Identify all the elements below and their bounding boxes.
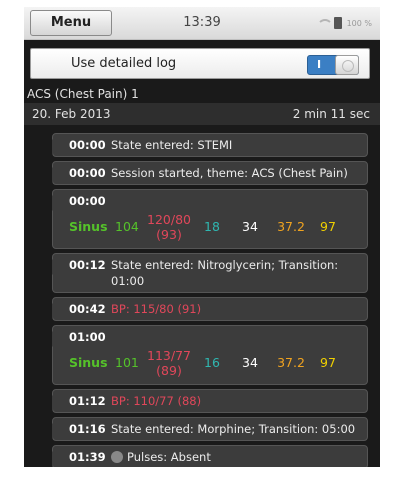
log-time: 00:00 <box>69 138 106 152</box>
session-meta: 20. Feb 2013 2 min 11 sec <box>24 103 380 125</box>
heart-rate-value: 101 <box>115 355 139 370</box>
detailed-log-toggle[interactable]: I <box>307 55 359 75</box>
rhythm-value: Sinus <box>69 219 108 234</box>
detailed-log-label: Use detailed log <box>71 56 177 71</box>
log-entry[interactable]: 00:00 Session started, theme: ACS (Chest… <box>52 161 368 185</box>
battery-icon <box>333 17 342 29</box>
log-time: 01:00 <box>69 330 106 344</box>
bp-systolic-diastolic: 113/77 <box>147 348 191 363</box>
blood-pressure-value: 120/80 (93) <box>145 212 193 242</box>
log-text: BP: 110/77 (88) <box>111 394 202 408</box>
log-entry[interactable]: 00:42 BP: 115/80 (91) <box>52 297 368 321</box>
log-time: 01:16 <box>69 422 106 436</box>
log-time: 00:00 <box>69 166 106 180</box>
rhythm-value: Sinus <box>69 355 108 370</box>
etco2-value: 97 <box>320 219 336 234</box>
log-entry[interactable]: 00:12 State entered: Nitroglycerin; Tran… <box>52 253 368 293</box>
temperature-value: 37.2 <box>277 355 305 370</box>
log-time: 01:12 <box>69 394 106 408</box>
toggle-on-indicator: I <box>317 58 322 71</box>
bp-map: (89) <box>156 363 182 378</box>
spo2-value: 34 <box>242 355 258 370</box>
wifi-icon <box>316 18 333 28</box>
log-text-value: Pulses: Absent <box>127 450 211 464</box>
event-log[interactable]: 00:00 State entered: STEMI 00:00 Session… <box>52 133 368 467</box>
log-text: State entered: Nitroglycerin; Transition… <box>111 258 339 288</box>
spo2-value: 34 <box>242 219 258 234</box>
toggle-knob[interactable] <box>335 55 359 75</box>
log-time: 01:39 <box>69 450 106 464</box>
resp-rate-value: 16 <box>204 355 220 370</box>
pulse-icon <box>111 451 123 463</box>
top-bar: Menu 13:39 100 % <box>24 7 380 40</box>
device-screen: Menu 13:39 100 % Use detailed log I ACS … <box>24 7 380 467</box>
session-date: 20. Feb 2013 <box>32 107 111 121</box>
log-text: State entered: Morphine; Transition: 05:… <box>111 422 356 436</box>
log-entry[interactable]: 01:16 State entered: Morphine; Transitio… <box>52 417 368 441</box>
heart-rate-value: 104 <box>115 219 139 234</box>
system-indicators: 100 % <box>316 17 372 29</box>
bp-systolic-diastolic: 120/80 <box>147 212 191 227</box>
bp-map: (93) <box>156 227 182 242</box>
log-time: 00:00 <box>69 194 106 208</box>
log-entry[interactable]: 00:00 State entered: STEMI <box>52 133 368 157</box>
log-text: Session started, theme: ACS (Chest Pain) <box>111 166 348 180</box>
log-text: Pulses: Absent <box>111 449 359 465</box>
detailed-log-setting: Use detailed log I <box>30 48 370 79</box>
log-entry-vitals[interactable]: 00:00 Sinus 104 120/80 (93) 18 34 37.2 9… <box>52 189 368 249</box>
log-text: BP: 115/80 (91) <box>111 302 202 316</box>
vitals-row: Sinus 104 120/80 (93) 18 34 37.2 97 <box>69 209 359 245</box>
temperature-value: 37.2 <box>277 219 305 234</box>
blood-pressure-value: 113/77 (89) <box>145 348 193 378</box>
log-time: 00:42 <box>69 302 106 316</box>
log-entry[interactable]: 01:39 Pulses: Absent <box>52 445 368 467</box>
log-entry[interactable]: 01:12 BP: 110/77 (88) <box>52 389 368 413</box>
session-duration: 2 min 11 sec <box>292 107 370 121</box>
battery-percent: 100 % <box>346 18 372 28</box>
resp-rate-value: 18 <box>204 219 220 234</box>
vitals-row: Sinus 101 113/77 (89) 16 34 37.2 97 <box>69 345 359 381</box>
session-title: ACS (Chest Pain) 1 <box>27 87 139 101</box>
etco2-value: 97 <box>320 355 336 370</box>
log-text: State entered: STEMI <box>111 138 233 152</box>
log-entry-vitals[interactable]: 01:00 Sinus 101 113/77 (89) 16 34 37.2 9… <box>52 325 368 385</box>
log-time: 00:12 <box>69 258 106 272</box>
